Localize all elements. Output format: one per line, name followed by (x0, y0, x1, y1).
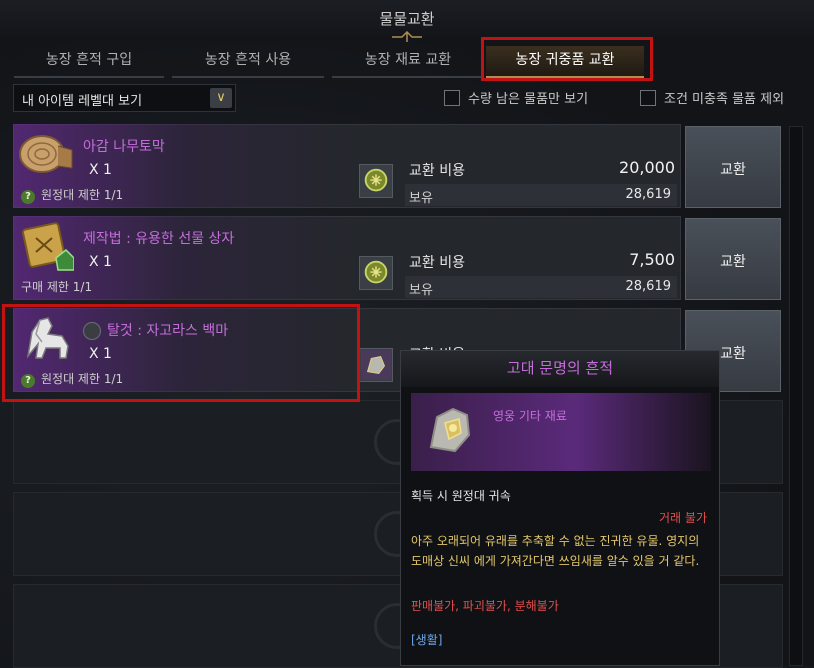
title-bar: 물물교환 (0, 0, 814, 42)
limit-text: 원정대 제한 1/1 (41, 188, 124, 202)
owned-row: 보유 28,619 (405, 184, 677, 206)
ancient-relic-icon[interactable] (359, 348, 393, 382)
ancient-relic-icon (429, 407, 471, 453)
cost-panel: 교환 비용 20,000 보유 28,619 (405, 154, 681, 206)
cost-value: 7,500 (629, 250, 675, 269)
item-name: 아감 나무토막 (83, 139, 165, 155)
help-icon[interactable]: ? (21, 374, 35, 388)
exchange-button[interactable]: 교환 (685, 126, 781, 208)
tooltip-restrictions: 판매불가, 파괴불가, 분해불가 (411, 599, 559, 613)
recipe-scroll-icon (22, 222, 74, 271)
tooltip-image: 영웅 기타 재료 (411, 393, 711, 471)
currency-medal-icon[interactable] (359, 164, 393, 198)
item-limit: ? 원정대 제한 1/1 (21, 186, 123, 204)
item-limit: ? 원정대 제한 1/1 (21, 370, 123, 388)
exclude-unmet-checkbox[interactable]: 조건 미충족 물품 제외 (640, 88, 784, 108)
scrollbar[interactable] (789, 126, 803, 666)
tab-farm-trace-buy[interactable]: 농장 흔적 구입 (14, 46, 164, 78)
help-icon[interactable]: ? (21, 190, 35, 204)
tooltip-bind: 획득 시 원정대 귀속 (411, 489, 511, 503)
limit-text: 구매 제한 1/1 (21, 280, 93, 294)
tab-bar: 농장 흔적 구입 농장 흔적 사용 농장 재료 교환 농장 귀중품 교환 (10, 40, 804, 78)
limit-text: 원정대 제한 1/1 (41, 372, 124, 386)
checkbox-label: 조건 미충족 물품 제외 (664, 92, 785, 107)
search-icon[interactable] (83, 322, 101, 340)
item-name: 탈것 : 자고라스 백마 (83, 320, 228, 340)
chevron-down-icon[interactable]: ∨ (210, 88, 232, 108)
currency-medal-icon[interactable] (359, 256, 393, 290)
tooltip-category: 영웅 기타 재료 (493, 409, 567, 423)
barter-window: 물물교환 농장 흔적 구입 농장 흔적 사용 농장 재료 교환 농장 귀중품 교… (0, 0, 814, 668)
item-quantity: X 1 (89, 346, 112, 362)
exchange-button[interactable]: 교환 (685, 218, 781, 300)
item-quantity: X 1 (89, 162, 112, 178)
item-tooltip: 고대 문명의 흔적 영웅 기타 재료 획득 시 원정대 귀속 거래 불가 아주 … (400, 350, 720, 666)
owned-label: 보유 (409, 191, 433, 206)
tooltip-description: 아주 오래되어 유래를 추축할 수 없는 진귀한 유물. 영지의 도매상 신씨 … (411, 534, 700, 568)
remaining-only-checkbox[interactable]: 수량 남은 물품만 보기 (444, 88, 588, 108)
owned-label: 보유 (409, 283, 433, 298)
tooltip-tag: [생활] (411, 633, 443, 647)
tab-farm-material-exchange[interactable]: 농장 재료 교환 (332, 46, 484, 78)
tooltip-title: 고대 문명의 흔적 (401, 351, 719, 387)
item-quantity: X 1 (89, 254, 112, 270)
list-item: 제작법 : 유용한 선물 상자 X 1 구매 제한 1/1 교환 비용 7,50… (13, 216, 783, 300)
white-horse-icon (26, 317, 69, 359)
dropdown-value: 내 아이템 레벨대 보기 (22, 94, 143, 109)
owned-value: 28,619 (625, 279, 672, 294)
cost-label: 교환 비용 (409, 255, 465, 271)
owned-row: 보유 28,619 (405, 276, 677, 298)
cost-panel: 교환 비용 7,500 보유 28,619 (405, 246, 681, 298)
cost-value: 20,000 (619, 158, 675, 177)
checkbox-box[interactable] (640, 89, 656, 106)
cost-label: 교환 비용 (409, 163, 465, 179)
item-name: 제작법 : 유용한 선물 상자 (83, 231, 235, 247)
tab-farm-trace-use[interactable]: 농장 흔적 사용 (172, 46, 324, 78)
checkbox-label: 수량 남은 물품만 보기 (468, 92, 589, 107)
item-name-text: 탈것 : 자고라스 백마 (107, 323, 229, 339)
item-level-dropdown[interactable]: 내 아이템 레벨대 보기 ∨ (13, 84, 236, 112)
list-item: 아감 나무토막 X 1 ? 원정대 제한 1/1 교환 비용 20,000 보유 … (13, 124, 783, 208)
item-limit: 구매 제한 1/1 (21, 278, 92, 295)
tooltip-trade: 거래 불가 (659, 511, 707, 525)
owned-value: 28,619 (625, 187, 672, 202)
window-title: 물물교환 (379, 10, 435, 28)
wood-log-icon (19, 135, 73, 173)
checkbox-box[interactable] (444, 89, 460, 106)
tab-farm-valuables-exchange[interactable]: 농장 귀중품 교환 (486, 46, 644, 78)
